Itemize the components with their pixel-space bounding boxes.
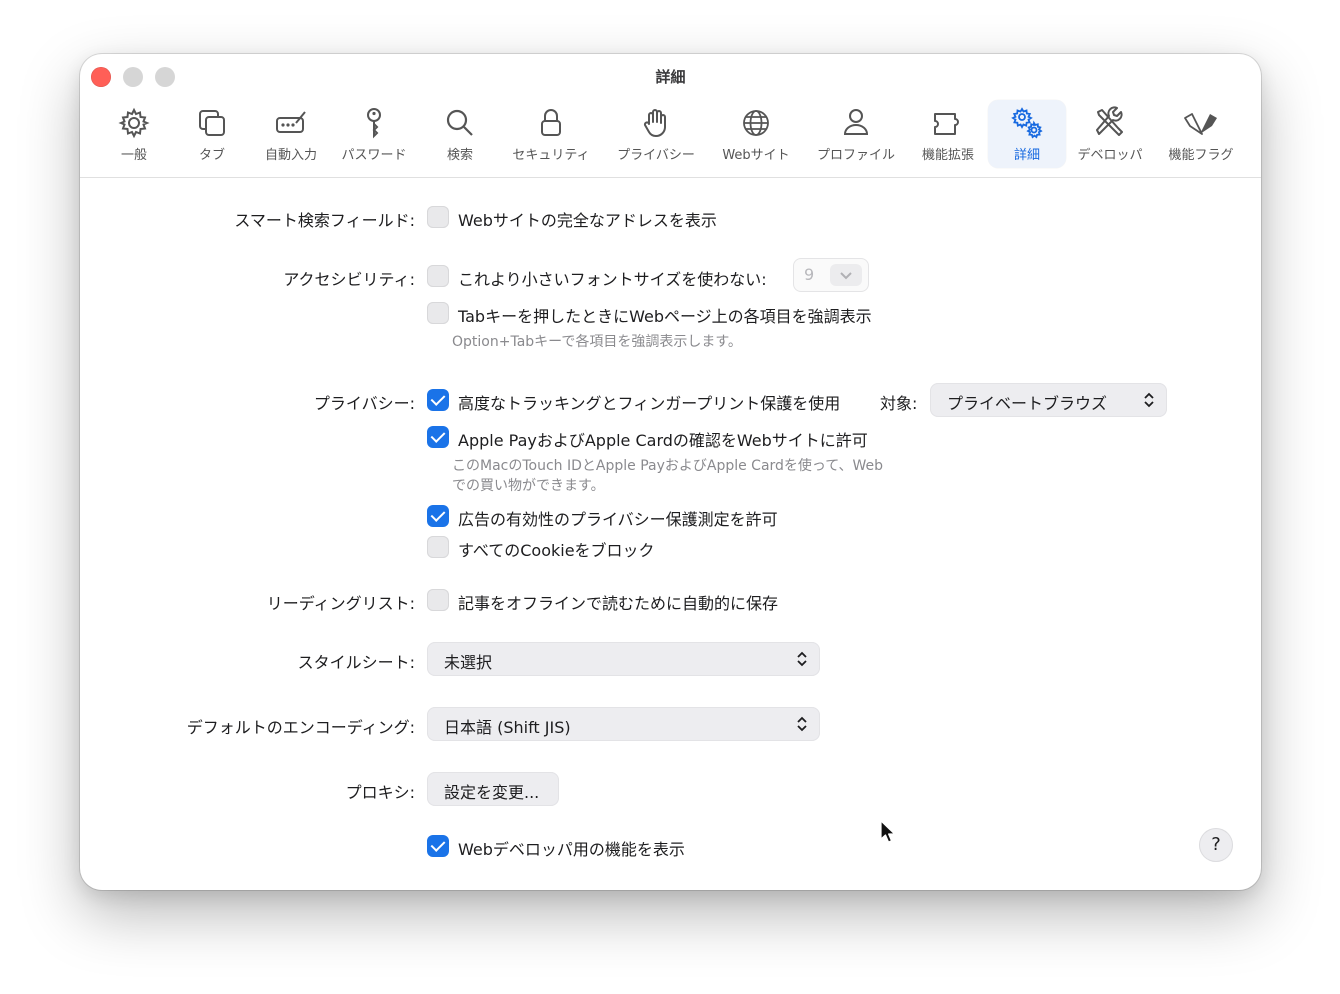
tab-security[interactable]: セキュリティ <box>506 100 596 168</box>
encoding-select[interactable]: 日本語 (Shift JIS) <box>427 707 820 741</box>
chevron-down-icon <box>830 264 862 286</box>
tab-search-label: 検索 <box>446 148 473 163</box>
min-font-size-select[interactable]: 9 <box>793 258 869 292</box>
tab-general[interactable]: 一般 <box>100 100 168 168</box>
tab-security-label: セキュリティ <box>512 148 590 163</box>
save-offline-option: 記事をオフラインで読むために自動的に保存 <box>458 594 779 613</box>
updown-chevron-icon <box>797 651 807 667</box>
ad-measurement-option: 広告の有効性のプライバシー保護測定を許可 <box>458 510 778 529</box>
min-font-size-value: 9 <box>804 265 815 284</box>
mouse-pointer-icon <box>880 820 896 843</box>
tab-search[interactable]: 検索 <box>426 100 494 168</box>
privacy-label: プライバシー: <box>313 394 415 413</box>
block-cookies-checkbox[interactable] <box>427 536 449 558</box>
tab-feature-flags-label: 機能フラグ <box>1168 148 1234 163</box>
tab-extensions-label: 機能拡張 <box>921 148 974 163</box>
min-font-size-checkbox[interactable] <box>427 265 449 287</box>
tab-advanced-label: 詳細 <box>1013 148 1040 163</box>
tab-privacy-label: プライバシー <box>617 148 695 163</box>
tab-general-label: 一般 <box>120 148 147 163</box>
preferences-window: 詳細 一般 タブ 自動入力 パスワード 検索 セキュリティ プライバシー Web… <box>80 54 1261 890</box>
key-icon <box>367 108 381 139</box>
tools-icon <box>1096 106 1123 136</box>
tab-autofill-label: 自動入力 <box>264 148 317 163</box>
target-select-value: プライベートブラウズ <box>947 394 1108 413</box>
web-developer-option: Webデベロッパ用の機能を表示 <box>458 840 685 859</box>
hand-icon <box>643 109 666 138</box>
proxy-label: プロキシ: <box>345 783 415 802</box>
show-full-address-checkbox[interactable] <box>427 206 449 228</box>
tab-feature-flags[interactable]: 機能フラグ <box>1160 100 1242 168</box>
encoding-label: デフォルトのエンコーディング: <box>186 718 415 737</box>
tracking-protection-option: 高度なトラッキングとフィンガープリント保護を使用 <box>458 394 841 413</box>
tabs-icon <box>199 110 225 136</box>
help-button[interactable]: ? <box>1199 828 1233 862</box>
tab-highlight-option: Tabキーを押したときにWebページ上の各項目を強調表示 <box>458 307 872 326</box>
ad-measurement-checkbox[interactable] <box>427 505 449 527</box>
tab-extensions[interactable]: 機能拡張 <box>914 100 982 168</box>
stylesheet-select-value: 未選択 <box>444 653 493 672</box>
puzzle-icon <box>934 113 959 135</box>
target-label: 対象: <box>880 394 918 413</box>
tab-developer[interactable]: デベロッパ <box>1072 100 1148 168</box>
block-cookies-option: すべてのCookieをブロック <box>458 541 655 560</box>
web-developer-checkbox[interactable] <box>427 835 449 857</box>
tab-websites[interactable]: Webサイト <box>712 100 800 168</box>
target-select[interactable]: プライベートブラウズ <box>930 383 1167 417</box>
apple-pay-note-line-2: での買い物ができます。 <box>452 478 605 494</box>
tab-developer-label: デベロッパ <box>1077 148 1143 163</box>
updown-chevron-icon <box>1144 392 1154 408</box>
tab-profiles[interactable]: プロファイル <box>810 100 902 168</box>
gears-icon <box>1011 107 1043 139</box>
tab-highlight-checkbox[interactable] <box>427 302 449 324</box>
change-proxy-settings-button[interactable]: 設定を変更... <box>427 772 559 806</box>
preferences-toolbar: 一般 タブ 自動入力 パスワード 検索 セキュリティ プライバシー Webサイト… <box>80 98 1261 178</box>
flags-icon <box>1184 113 1217 135</box>
search-icon <box>446 109 473 136</box>
tab-passwords[interactable]: パスワード <box>336 100 412 168</box>
reading-list-label: リーディングリスト: <box>266 594 415 613</box>
tab-autofill[interactable]: 自動入力 <box>256 100 326 168</box>
tab-websites-label: Webサイト <box>722 148 790 163</box>
tab-profiles-label: プロファイル <box>816 148 895 163</box>
tab-advanced[interactable]: 詳細 <box>988 100 1066 168</box>
stylesheet-select[interactable]: 未選択 <box>427 642 820 676</box>
tracking-protection-checkbox[interactable] <box>427 389 449 411</box>
apple-pay-note-line-1: このMacのTouch IDとApple PayおよびApple Cardを使っ… <box>452 458 884 474</box>
encoding-select-value: 日本語 (Shift JIS) <box>444 718 571 737</box>
stylesheet-label: スタイルシート: <box>297 653 415 672</box>
save-offline-checkbox[interactable] <box>427 589 449 611</box>
change-proxy-settings-label: 設定を変更... <box>444 783 540 802</box>
autofill-icon <box>276 111 306 133</box>
updown-chevron-icon <box>797 716 807 732</box>
window-title: 詳細 <box>655 68 686 86</box>
smart-search-label: スマート検索フィールド: <box>234 211 415 230</box>
tab-tabs-label: タブ <box>198 148 225 163</box>
tab-tabs[interactable]: タブ <box>178 100 246 168</box>
tab-highlight-note: Option+Tabキーで各項目を強調表示します。 <box>452 334 742 350</box>
tab-privacy[interactable]: プライバシー <box>610 100 702 168</box>
lock-icon <box>541 109 561 136</box>
tab-passwords-label: パスワード <box>341 148 407 163</box>
apple-pay-checkbox[interactable] <box>427 426 449 448</box>
apple-pay-option: Apple PayおよびApple Cardの確認をWebサイトに許可 <box>458 431 868 450</box>
show-full-address-option: Webサイトの完全なアドレスを表示 <box>458 211 717 230</box>
person-icon <box>843 109 869 135</box>
accessibility-label: アクセシビリティ: <box>283 270 415 289</box>
globe-icon <box>743 110 769 136</box>
gear-icon <box>118 107 150 139</box>
min-font-size-option: これより小さいフォントサイズを使わない: <box>458 270 767 289</box>
